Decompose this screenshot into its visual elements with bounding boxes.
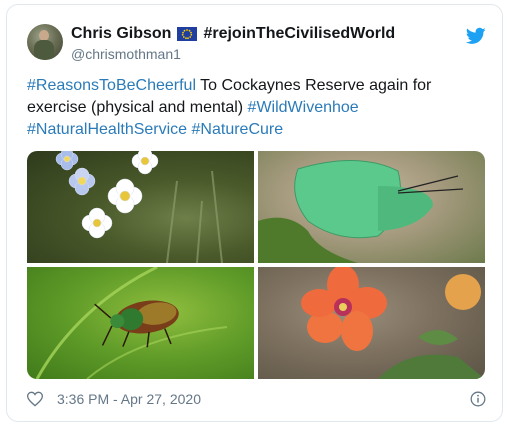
tweet-footer: 3:36 PM - Apr 27, 2020 <box>27 391 201 407</box>
author-display-name-suffix[interactable]: #rejoinTheCivilisedWorld <box>203 25 395 43</box>
hashtag-nature-cure[interactable]: #NatureCure <box>192 121 284 138</box>
author-name-row[interactable]: Chris Gibson #rejoinTheCivilisedWorld <box>71 25 395 43</box>
heart-icon[interactable] <box>27 391 43 407</box>
hashtag-reasons-to-be-cheerful[interactable]: #ReasonsToBeCheerful <box>27 77 196 94</box>
author-handle[interactable]: @chrismothman1 <box>71 46 181 62</box>
hashtag-wild-wivenhoe[interactable]: #WildWivenhoe <box>248 99 359 116</box>
tweet-timestamp[interactable]: 3:36 PM - Apr 27, 2020 <box>57 391 201 407</box>
photo-leaf-beetle[interactable] <box>27 267 254 379</box>
media-grid <box>27 151 485 379</box>
author-display-name[interactable]: Chris Gibson <box>71 25 171 43</box>
photo-scarlet-pimpernel[interactable] <box>258 267 485 379</box>
flower-cluster <box>55 151 159 239</box>
info-icon[interactable] <box>470 391 486 407</box>
tweet-card[interactable]: Chris Gibson #rejoinTheCivilisedWorld @c… <box>6 4 503 422</box>
tweet-text: #ReasonsToBeCheerful To Cockaynes Reserv… <box>27 75 477 141</box>
photo-forget-me-not[interactable] <box>27 151 254 263</box>
avatar-body <box>34 40 54 60</box>
avatar[interactable] <box>27 24 63 60</box>
eu-flag-icon <box>177 27 198 41</box>
hashtag-natural-health-service[interactable]: #NaturalHealthService <box>27 121 187 138</box>
twitter-logo-icon[interactable] <box>466 27 486 45</box>
photo-green-hairstreak-butterfly[interactable] <box>258 151 485 263</box>
